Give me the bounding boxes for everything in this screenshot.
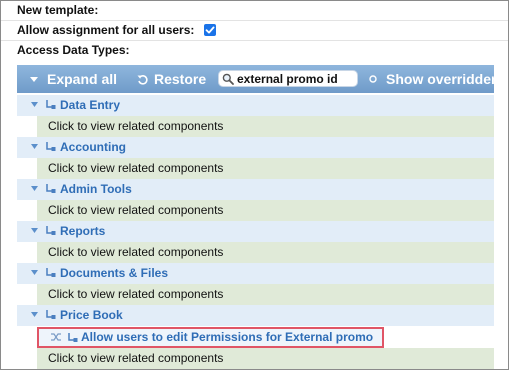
triangle-down-icon — [31, 102, 38, 107]
section-admin-tools[interactable]: Admin Tools — [17, 179, 494, 200]
related-components-link[interactable]: Click to view related components — [37, 161, 223, 175]
allow-assignment-checkbox[interactable] — [203, 23, 216, 36]
restore-icon — [137, 75, 148, 85]
permission-item-external-promo-id[interactable]: Allow users to edit Permissions for Exte… — [37, 327, 384, 361]
section-label: Accounting — [60, 140, 126, 154]
triangle-down-icon — [31, 228, 38, 233]
expand-all-label: Expand all — [47, 71, 118, 87]
related-components-link[interactable]: Click to view related components — [37, 351, 223, 365]
section-reports[interactable]: Reports — [17, 221, 494, 242]
node-icon — [46, 310, 56, 319]
triangle-down-icon — [31, 312, 38, 317]
triangle-down-icon — [31, 186, 38, 191]
node-icon — [46, 142, 56, 151]
section-accounting[interactable]: Accounting — [17, 137, 494, 158]
related-components-row[interactable]: Click to view related components — [37, 242, 494, 263]
search-field[interactable] — [218, 70, 358, 87]
access-data-types-row: Access Data Types: — [1, 41, 508, 61]
section-label: Reports — [60, 224, 106, 238]
node-icon — [46, 100, 56, 109]
related-components-link[interactable]: Click to view related components — [37, 287, 223, 301]
section-label: Price Book — [60, 308, 123, 322]
circle-icon — [369, 75, 377, 83]
new-template-row: New template: — [1, 1, 508, 21]
allow-assignment-row: Allow assignment for all users: — [1, 21, 508, 41]
triangle-down-icon — [31, 270, 38, 275]
shuffle-icon — [51, 333, 61, 341]
show-overridden-button[interactable]: Show overridden — [369, 65, 500, 93]
related-components-row[interactable]: Click to view related components — [37, 284, 494, 305]
section-label: Admin Tools — [60, 182, 132, 196]
restore-button[interactable]: Restore — [137, 65, 206, 93]
tree-toolbar: Expand all Restore Show overridden — [17, 65, 500, 93]
new-template-label: New template: — [17, 3, 99, 17]
checkmark-icon — [205, 26, 215, 34]
expand-all-button[interactable]: Expand all — [30, 65, 117, 93]
node-icon — [46, 184, 56, 193]
related-components-row[interactable]: Click to view related components — [37, 116, 494, 137]
triangle-down-icon — [30, 77, 38, 82]
magnifier-icon — [222, 73, 234, 85]
permissions-panel: New template: Allow assignment for all u… — [0, 0, 509, 370]
section-label: Documents & Files — [60, 266, 169, 280]
search-input[interactable] — [237, 71, 353, 86]
triangle-down-icon — [31, 144, 38, 149]
access-data-types-label: Access Data Types: — [17, 43, 130, 57]
related-components-row[interactable]: Click to view related components — [37, 348, 494, 369]
section-documents-files[interactable]: Documents & Files — [17, 263, 494, 284]
node-icon — [68, 333, 78, 342]
related-components-link[interactable]: Click to view related components — [37, 203, 223, 217]
section-price-book[interactable]: Price Book — [17, 305, 494, 326]
allow-assignment-label: Allow assignment for all users: — [17, 23, 195, 37]
show-overridden-label: Show overridden — [386, 71, 500, 87]
related-components-link[interactable]: Click to view related components — [37, 245, 223, 259]
related-components-row[interactable]: Click to view related components — [37, 158, 494, 179]
section-label: Data Entry — [60, 98, 121, 112]
related-components-link[interactable]: Click to view related components — [37, 119, 223, 133]
section-data-entry[interactable]: Data Entry — [17, 95, 494, 116]
related-components-row[interactable]: Click to view related components — [37, 200, 494, 221]
node-icon — [46, 268, 56, 277]
node-icon — [46, 226, 56, 235]
